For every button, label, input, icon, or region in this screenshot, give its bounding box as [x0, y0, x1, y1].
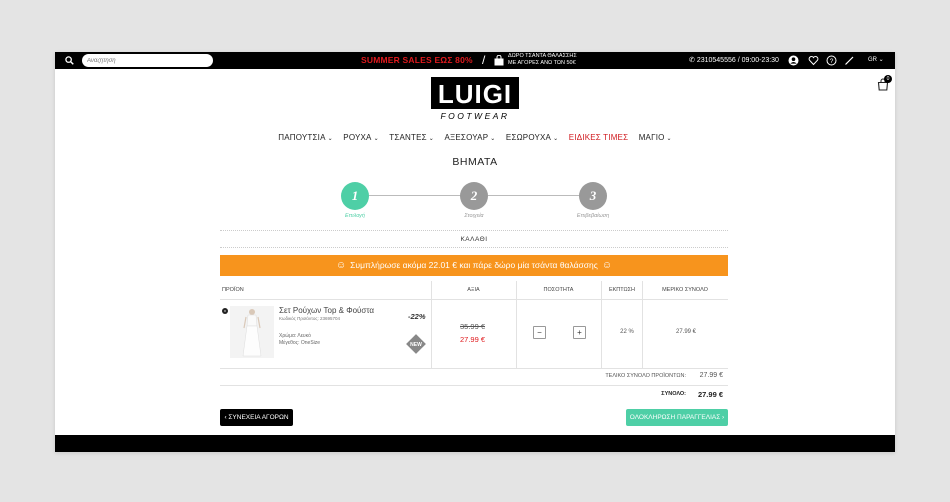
checkout-button[interactable]: ΟΛΟΚΛΗΡΩΣΗ ΠΑΡΑΓΓΕΛΙΑΣ › [626, 409, 728, 426]
browser-page: SUMMER SALES ΕΩΣ 80% / ΔΩΡΟ ΤΣΑΝΤΑ ΘΑΛΑΣ… [55, 52, 895, 452]
gift-line-1: ΔΩΡΟ ΤΣΑΝΤΑ ΘΑΛΑΣΣΗΣ [508, 53, 577, 59]
table-divider [220, 385, 728, 386]
nav-item-underwear[interactable]: ΕΣΩΡΟΥΧΑ ⌄ [506, 133, 558, 142]
products-total-value: 27.99 € [699, 372, 723, 379]
nav-item-special-prices[interactable]: ΕΙΔΙΚΕΣ ΤΙΜΕΣ [569, 133, 628, 142]
step-2-circle: 2 [460, 182, 488, 210]
chevron-down-icon: ⌄ [373, 136, 379, 142]
nav-item-clothes[interactable]: ΡΟΥΧΑ ⌄ [343, 133, 379, 142]
table-divider [220, 299, 728, 300]
smile-icon: ☺ [335, 260, 347, 272]
language-select[interactable]: GR ⌄ [868, 56, 884, 63]
nav-label: ΜΑΓΙΟ [638, 133, 665, 142]
chevron-down-icon: ⌄ [878, 57, 884, 63]
column-divider [431, 281, 432, 368]
total-value: 27.99 € [697, 390, 723, 399]
nav-item-shoes[interactable]: ΠΑΠΟΥΤΣΙΑ ⌄ [278, 133, 333, 142]
step-connector [488, 195, 579, 196]
cart-heading: ΚΑΛΑΘΙ [460, 236, 488, 243]
step-3-label: Επιβεβαίωση [576, 213, 610, 219]
luigi-logo[interactable]: LUIGI FOOTWEAR [431, 77, 519, 121]
nav-item-accessories[interactable]: ΑΞΕΣΟΥΑΡ ⌄ [444, 133, 495, 142]
step-connector [369, 195, 461, 196]
chevron-down-icon: ⌄ [327, 136, 333, 142]
column-divider [642, 281, 643, 368]
smile-icon: ☺ [601, 260, 613, 272]
chevron-down-icon: ⌄ [666, 136, 672, 142]
nav-item-swimwear[interactable]: ΜΑΓΙΟ ⌄ [639, 133, 672, 142]
quantity-decrease-button[interactable]: − [533, 326, 546, 339]
step-2-label: Στοιχεία [464, 213, 484, 219]
quantity-increase-button[interactable]: + [573, 326, 586, 339]
product-color: Χρώμα: Λευκό [279, 333, 311, 339]
promo-text[interactable]: SUMMER SALES ΕΩΣ 80% [361, 55, 473, 65]
column-header-value: ΑΞΙΑ [467, 287, 480, 293]
svg-text:?: ? [830, 58, 834, 65]
svg-text:LUIGI: LUIGI [438, 79, 512, 109]
phone-icon: ✆ [689, 57, 697, 64]
nav-label: ΡΟΥΧΑ [343, 133, 372, 142]
gift-text: ΔΩΡΟ ΤΣΑΝΤΑ ΘΑΛΑΣΣΗΣ ΜΕ ΑΓΟΡΕΣ ΑΝΩ ΤΩΝ 5… [508, 53, 577, 66]
search-input[interactable] [82, 54, 213, 67]
divider [220, 247, 728, 248]
notice-text: Συμπλήρωσε ακόμα 22.01 € και πάρε δώρο μ… [350, 260, 598, 270]
table-divider [220, 368, 728, 369]
top-bar: SUMMER SALES ΕΩΣ 80% / ΔΩΡΟ ΤΣΑΝΤΑ ΘΑΛΑΣ… [55, 52, 895, 69]
search-icon[interactable] [65, 56, 74, 65]
free-gift-notice: ☺ Συμπλήρωσε ακόμα 22.01 € και πάρε δώρο … [220, 255, 728, 276]
nav-label: ΠΑΠΟΥΤΣΙΑ [278, 133, 326, 142]
step-1-label: Επιλογή [345, 213, 365, 219]
user-icon[interactable] [788, 55, 799, 66]
remove-item-icon[interactable]: x [222, 308, 228, 314]
cart-count-badge: 0 [884, 75, 892, 83]
product-name[interactable]: Σετ Ρούχων Top & Φούστα [279, 306, 374, 315]
row-subtotal: 27.99 € [675, 329, 697, 335]
shopping-bag-icon [494, 55, 504, 66]
discount-badge: -22% [408, 312, 426, 321]
old-price: 35.99 € [460, 322, 486, 331]
main-nav: ΠΑΠΟΥΤΣΙΑ ⌄ ΡΟΥΧΑ ⌄ ΤΣΑΝΤΕΣ ⌄ ΑΞΕΣΟΥΑΡ ⌄ ΕΣΩ… [55, 133, 895, 142]
nav-label: ΑΞΕΣΟΥΑΡ [444, 133, 489, 142]
phone-info[interactable]: ✆ 2310545556 / 09:00-23:30 [689, 56, 779, 64]
nav-item-bags[interactable]: ΤΣΑΝΤΕΣ ⌄ [389, 133, 434, 142]
column-header-quantity: ΠΟΣΟΤΗΤΑ [543, 287, 574, 293]
nav-label: ΤΣΑΝΤΕΣ [389, 133, 427, 142]
new-badge: NEW [406, 334, 426, 354]
column-divider [516, 281, 517, 368]
current-price: 27.99 € [460, 335, 486, 344]
product-code: Κωδικός Προϊόντος: 23695704 [279, 316, 341, 321]
product-image[interactable] [230, 306, 274, 358]
chevron-down-icon: ⌄ [490, 136, 496, 142]
gift-line-2: ΜΕ ΑΓΟΡΕΣ ΑΝΩ ΤΩΝ 50€ [508, 59, 576, 66]
products-total-label: ΤΕΛΙΚΟ ΣΥΝΟΛΟ ΠΡΟΪΟΝΤΩΝ: [605, 373, 686, 379]
continue-shopping-button[interactable]: ‹ ΣΥΝΕΧΕΙΑ ΑΓΟΡΩΝ [220, 409, 293, 426]
nav-label: ΕΙΔΙΚΕΣ ΤΙΜΕΣ [568, 133, 629, 142]
language-label: GR [868, 57, 877, 63]
total-label: ΣΥΝΟΛΟ: [661, 391, 686, 397]
column-header-product: ΠΡΟΪΟΝ [222, 287, 244, 293]
heart-icon[interactable] [808, 55, 819, 66]
steps-title: ΒΗΜΑΤΑ [452, 156, 498, 168]
row-discount: 22 % [620, 329, 634, 335]
pen-icon[interactable] [844, 55, 855, 66]
column-divider [601, 281, 602, 368]
step-3-circle: 3 [579, 182, 607, 210]
nav-label: ΕΣΩΡΟΥΧΑ [505, 133, 552, 142]
promo-divider: / [482, 53, 486, 67]
phone-text: 2310545556 / 09:00-23:30 [696, 57, 779, 64]
chevron-down-icon: ⌄ [553, 136, 559, 142]
svg-text:FOOTWEAR: FOOTWEAR [440, 111, 509, 121]
new-badge-label: NEW [410, 342, 422, 348]
product-size: Μέγεθος: OneSize [279, 340, 321, 346]
divider [220, 230, 728, 231]
step-1-circle[interactable]: 1 [341, 182, 369, 210]
help-icon[interactable]: ? [826, 55, 837, 66]
column-header-discount: ΕΚΠΤΩΣΗ [608, 287, 636, 293]
chevron-down-icon: ⌄ [428, 136, 435, 142]
column-header-subtotal: ΜΕΡΙΚΟ ΣΥΝΟΛΟ [662, 287, 708, 293]
footer-bar [55, 435, 895, 452]
